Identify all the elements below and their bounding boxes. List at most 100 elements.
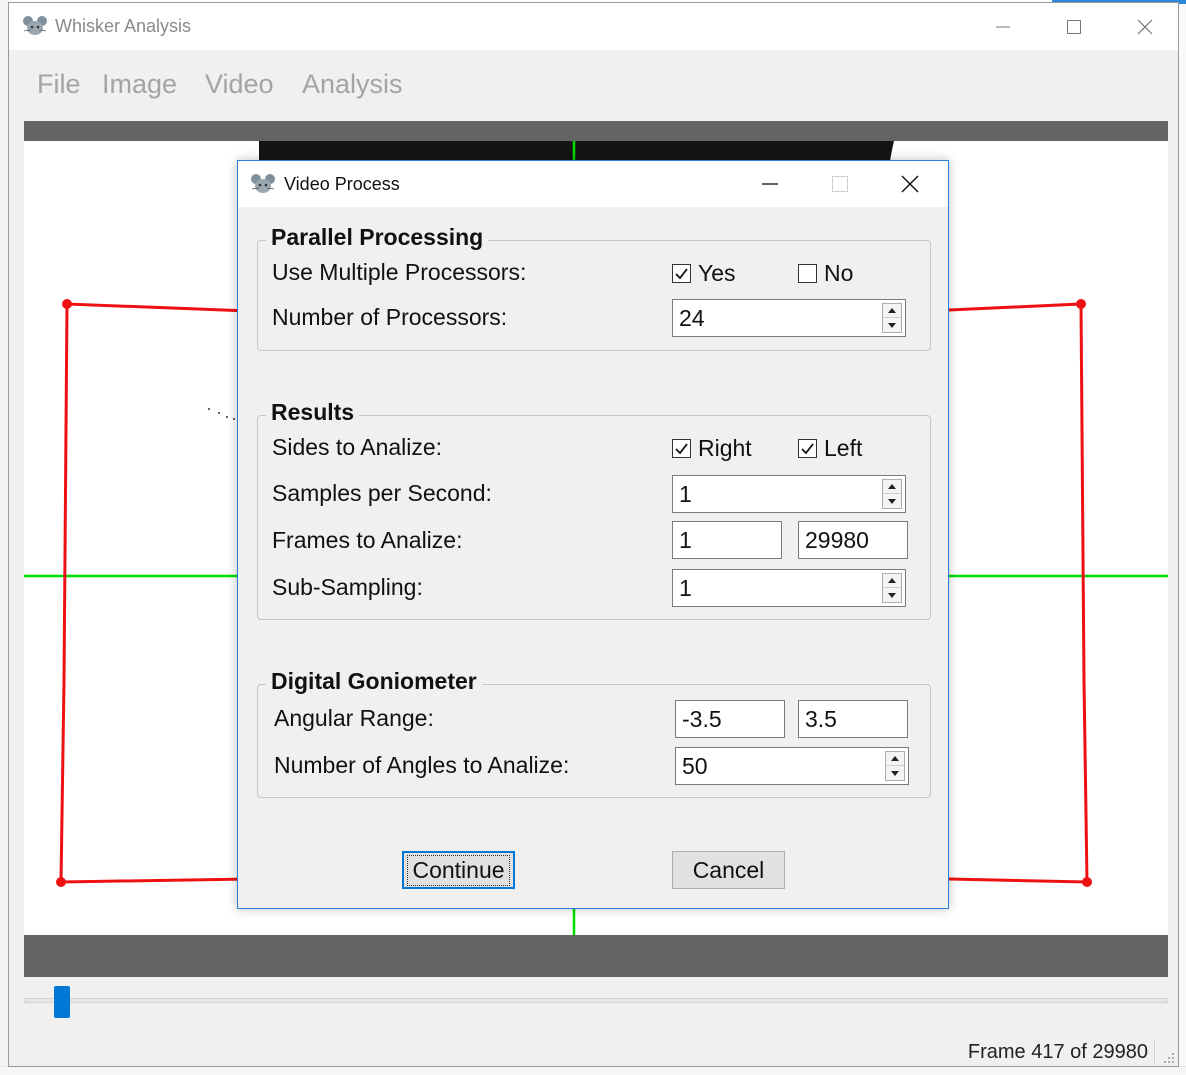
yes-label: Yes — [698, 260, 736, 286]
spin-buttons[interactable] — [882, 479, 902, 509]
number-of-angles-label: Number of Angles to Analize: — [274, 752, 570, 778]
frame-status: Frame 417 of 29980 — [967, 1041, 1148, 1063]
spin-up-icon[interactable] — [883, 480, 901, 494]
spin-buttons[interactable] — [882, 573, 902, 603]
frames-end-field[interactable]: 29980 — [798, 521, 908, 559]
angular-range-min-field[interactable]: -3.5 — [675, 700, 785, 738]
menu-image[interactable]: Image — [99, 69, 180, 100]
number-of-processors-spinbox[interactable]: 24 — [672, 299, 906, 337]
cancel-button[interactable]: Cancel — [672, 851, 785, 889]
left-checkbox[interactable]: Left — [798, 435, 862, 462]
roi-handle[interactable] — [56, 877, 66, 887]
results-group: Results Sides to Analize: Right Left Sam… — [257, 399, 931, 620]
checkbox-box[interactable] — [672, 439, 691, 458]
trace-dot — [208, 408, 210, 410]
spin-up-icon[interactable] — [883, 574, 901, 588]
right-label: Right — [698, 435, 752, 461]
checkbox-box[interactable] — [798, 264, 817, 283]
menu-file[interactable]: File — [34, 69, 84, 100]
angular-range-label: Angular Range: — [274, 705, 434, 731]
mouse-icon — [23, 16, 47, 35]
dialog-title: Video Process — [284, 174, 400, 194]
yes-checkbox[interactable]: Yes — [672, 260, 736, 287]
spin-down-icon[interactable] — [883, 318, 901, 332]
right-checkbox[interactable]: Right — [672, 435, 752, 462]
dialog-close-button[interactable] — [876, 161, 944, 207]
samples-per-second-value: 1 — [679, 481, 692, 507]
dialog-maximize-button — [806, 161, 874, 207]
cancel-label: Cancel — [692, 856, 765, 883]
close-button[interactable] — [1110, 3, 1180, 50]
background-window-edge-bottom — [0, 1066, 1186, 1075]
number-of-processors-value: 24 — [679, 305, 705, 331]
minimize-icon — [996, 26, 1010, 27]
statusbar: Frame 417 of 29980 — [9, 1037, 1178, 1067]
digital-goniometer-title: Digital Goniometer — [266, 668, 482, 695]
maximize-icon — [1067, 19, 1081, 34]
number-of-angles-spinbox[interactable]: 50 — [675, 747, 909, 785]
left-label: Left — [824, 435, 863, 461]
continue-button[interactable]: Continue — [402, 851, 515, 889]
menubar: File Image Video Analysis — [9, 69, 1178, 113]
checkmark-icon — [801, 443, 814, 455]
parallel-processing-group: Parallel Processing Use Multiple Process… — [257, 224, 931, 351]
results-title: Results — [266, 399, 360, 426]
close-icon — [1137, 19, 1153, 34]
angular-range-max-field[interactable]: 3.5 — [798, 700, 908, 738]
digital-goniometer-group: Digital Goniometer Angular Range: -3.5 3… — [257, 668, 931, 798]
roi-handle[interactable] — [1076, 299, 1086, 309]
dialog-minimize-button[interactable] — [736, 161, 804, 207]
maximize-icon — [832, 176, 848, 192]
close-icon — [901, 175, 919, 193]
frames-start-field[interactable]: 1 — [672, 521, 782, 559]
roi-right-outline — [948, 302, 1089, 884]
samples-per-second-spinbox[interactable]: 1 — [672, 475, 906, 513]
number-of-angles-value: 50 — [682, 753, 708, 779]
spin-buttons[interactable] — [882, 303, 902, 333]
maximize-button[interactable] — [1039, 3, 1109, 50]
main-window-title: Whisker Analysis — [55, 16, 192, 36]
number-of-processors-label: Number of Processors: — [272, 304, 508, 330]
roi-left-outline — [59, 302, 250, 884]
checkmark-icon — [675, 268, 688, 280]
status-separator — [1154, 1039, 1155, 1065]
sides-to-analize-label: Sides to Analize: — [272, 434, 443, 460]
angular-range-min-value: -3.5 — [682, 706, 722, 732]
mouse-icon — [251, 174, 275, 193]
video-frame-patch — [259, 141, 894, 161]
spin-down-icon[interactable] — [883, 494, 901, 508]
spin-down-icon[interactable] — [886, 766, 904, 780]
video-process-dialog: Video Process Parallel Processing Use Mu… — [237, 160, 949, 909]
parallel-processing-title: Parallel Processing — [266, 224, 489, 251]
roi-handle[interactable] — [62, 299, 72, 309]
spin-up-icon[interactable] — [883, 304, 901, 318]
frames-end-value: 29980 — [805, 527, 869, 553]
no-checkbox[interactable]: No — [798, 260, 853, 287]
continue-label: Continue — [407, 854, 510, 886]
samples-per-second-label: Samples per Second: — [272, 480, 492, 506]
trace-dot — [218, 412, 220, 414]
use-multiple-processors-label: Use Multiple Processors: — [272, 259, 527, 285]
spin-up-icon[interactable] — [886, 752, 904, 766]
dialog-titlebar[interactable]: Video Process — [238, 161, 948, 207]
roi-handle[interactable] — [1082, 877, 1092, 887]
checkmark-icon — [675, 443, 688, 455]
sub-sampling-spinbox[interactable]: 1 — [672, 569, 906, 607]
frames-to-analize-label: Frames to Analize: — [272, 527, 463, 553]
spin-buttons[interactable] — [885, 751, 905, 781]
resize-grip-icon[interactable] — [1161, 1050, 1175, 1064]
checkbox-box[interactable] — [798, 439, 817, 458]
checkbox-box[interactable] — [672, 264, 691, 283]
sub-sampling-value: 1 — [679, 575, 692, 601]
sub-sampling-label: Sub-Sampling: — [272, 574, 423, 600]
main-titlebar[interactable]: Whisker Analysis — [9, 3, 1178, 50]
angular-range-max-value: 3.5 — [805, 706, 837, 732]
menu-analysis[interactable]: Analysis — [299, 69, 406, 100]
minimize-button[interactable] — [968, 3, 1038, 50]
frame-slider-track[interactable] — [24, 998, 1168, 1003]
trace-dot — [226, 416, 228, 418]
menu-video[interactable]: Video — [202, 69, 277, 100]
no-label: No — [824, 260, 854, 286]
spin-down-icon[interactable] — [883, 588, 901, 602]
frame-slider-thumb[interactable] — [54, 986, 71, 1018]
